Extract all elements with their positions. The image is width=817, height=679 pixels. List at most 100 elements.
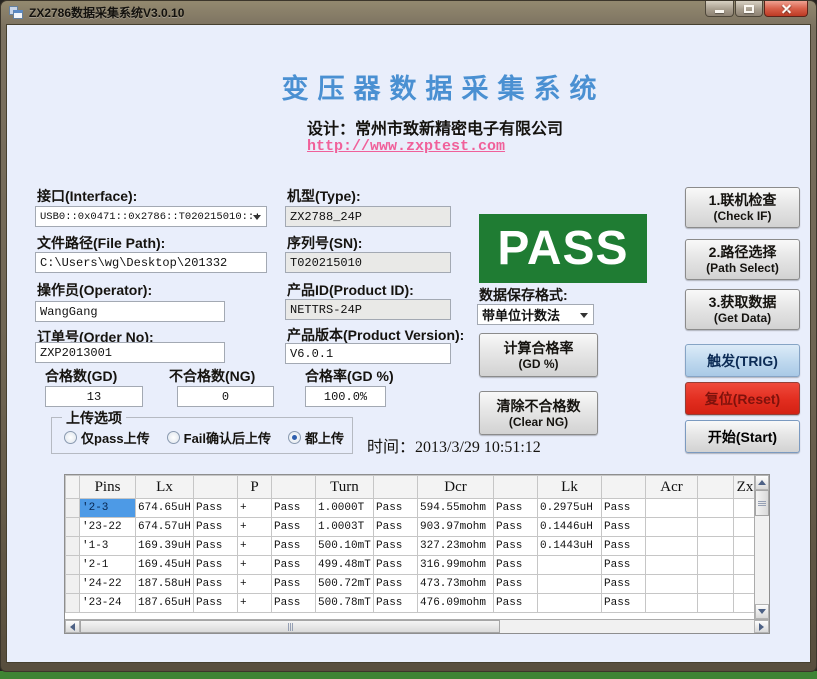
table-cell[interactable]: Pass: [272, 575, 316, 594]
table-cell[interactable]: '2-1: [80, 556, 136, 575]
sn-input[interactable]: [285, 252, 451, 273]
table-cell[interactable]: Pass: [374, 594, 418, 613]
type-input[interactable]: [285, 206, 451, 227]
table-cell[interactable]: Pass: [272, 556, 316, 575]
upload-radio-option[interactable]: 仅pass上传: [64, 428, 150, 447]
table-cell[interactable]: 0.1446uH: [538, 518, 602, 537]
column-header-dcr[interactable]: Dcr: [418, 476, 494, 499]
table-cell[interactable]: 473.73mohm: [418, 575, 494, 594]
row-header[interactable]: [66, 518, 80, 537]
table-cell[interactable]: [734, 518, 755, 537]
path-select-button[interactable]: 2.路径选择 (Path Select): [685, 239, 800, 280]
table-cell[interactable]: [734, 594, 755, 613]
table-cell[interactable]: 1.0000T: [316, 499, 374, 518]
column-header[interactable]: [494, 476, 538, 499]
column-header-lx[interactable]: Lx: [136, 476, 194, 499]
table-cell[interactable]: Pass: [272, 594, 316, 613]
table-cell[interactable]: Pass: [374, 499, 418, 518]
table-cell[interactable]: '2-3: [80, 499, 136, 518]
table-cell[interactable]: [646, 499, 698, 518]
table-cell[interactable]: 476.09mohm: [418, 594, 494, 613]
table-cell[interactable]: Pass: [374, 537, 418, 556]
row-header[interactable]: [66, 499, 80, 518]
table-cell[interactable]: Pass: [494, 575, 538, 594]
get-data-button[interactable]: 3.获取数据 (Get Data): [685, 289, 800, 330]
upload-radio-option[interactable]: Fail确认后上传: [167, 428, 271, 447]
table-cell[interactable]: +: [238, 594, 272, 613]
table-cell[interactable]: '23-24: [80, 594, 136, 613]
table-cell[interactable]: 187.65uH: [136, 594, 194, 613]
table-cell[interactable]: Pass: [494, 537, 538, 556]
vertical-scrollbar[interactable]: [754, 475, 769, 619]
table-cell[interactable]: '24-22: [80, 575, 136, 594]
upload-radio-option[interactable]: 都上传: [288, 428, 344, 447]
table-cell[interactable]: [538, 556, 602, 575]
table-cell[interactable]: Pass: [374, 518, 418, 537]
row-header[interactable]: [66, 575, 80, 594]
table-cell[interactable]: 499.48mT: [316, 556, 374, 575]
titlebar[interactable]: ZX2786数据采集系统V3.0.10: [1, 1, 816, 24]
table-cell[interactable]: Pass: [602, 556, 646, 575]
table-cell[interactable]: 594.55mohm: [418, 499, 494, 518]
table-cell[interactable]: [646, 518, 698, 537]
table-cell[interactable]: [646, 594, 698, 613]
column-header[interactable]: [602, 476, 646, 499]
website-link[interactable]: http://www.zxptest.com: [307, 138, 505, 155]
table-cell[interactable]: Pass: [494, 518, 538, 537]
table-cell[interactable]: Pass: [494, 556, 538, 575]
table-cell[interactable]: +: [238, 575, 272, 594]
column-header[interactable]: [374, 476, 418, 499]
scroll-up-button[interactable]: [755, 475, 769, 490]
reset-button[interactable]: 复位(Reset): [685, 382, 800, 415]
table-cell[interactable]: 316.99mohm: [418, 556, 494, 575]
order-no-input[interactable]: [35, 342, 225, 363]
table-cell[interactable]: [646, 556, 698, 575]
product-id-input[interactable]: [285, 299, 451, 320]
table-cell[interactable]: 327.23mohm: [418, 537, 494, 556]
column-header[interactable]: [272, 476, 316, 499]
column-header-pins[interactable]: Pins: [80, 476, 136, 499]
table-cell[interactable]: Pass: [602, 518, 646, 537]
table-cell[interactable]: Pass: [374, 575, 418, 594]
table-cell[interactable]: 1.0003T: [316, 518, 374, 537]
column-header-lk[interactable]: Lk: [538, 476, 602, 499]
save-format-combobox[interactable]: 带单位计数法: [477, 304, 594, 325]
interface-combobox[interactable]: USB0::0x0471::0x2786::T020215010:::: [35, 206, 267, 227]
table-cell[interactable]: +: [238, 537, 272, 556]
table-cell[interactable]: Pass: [194, 594, 238, 613]
start-button[interactable]: 开始(Start): [685, 420, 800, 453]
column-header[interactable]: [194, 476, 238, 499]
table-cell[interactable]: Pass: [602, 575, 646, 594]
table-cell[interactable]: [698, 518, 734, 537]
column-header[interactable]: [698, 476, 734, 499]
table-cell[interactable]: 169.39uH: [136, 537, 194, 556]
table-cell[interactable]: [698, 575, 734, 594]
horizontal-scroll-track[interactable]: [500, 620, 754, 633]
ng-count-input[interactable]: [177, 386, 274, 407]
table-cell[interactable]: [734, 499, 755, 518]
table-cell[interactable]: Pass: [194, 575, 238, 594]
scroll-right-button[interactable]: [754, 620, 769, 633]
table-cell[interactable]: Pass: [194, 556, 238, 575]
table-cell[interactable]: Pass: [272, 537, 316, 556]
horizontal-scrollbar[interactable]: [65, 619, 769, 633]
table-cell[interactable]: [734, 575, 755, 594]
table-cell[interactable]: 169.45uH: [136, 556, 194, 575]
table-cell[interactable]: [646, 575, 698, 594]
minimize-button[interactable]: [705, 1, 734, 17]
column-header-acr[interactable]: Acr: [646, 476, 698, 499]
calc-gd-button[interactable]: 计算合格率 (GD %): [479, 333, 598, 377]
table-cell[interactable]: 674.65uH: [136, 499, 194, 518]
table-cell[interactable]: +: [238, 556, 272, 575]
table-cell[interactable]: 674.57uH: [136, 518, 194, 537]
operator-input[interactable]: [35, 301, 225, 322]
table-cell[interactable]: [698, 594, 734, 613]
table-cell[interactable]: 0.2975uH: [538, 499, 602, 518]
table-cell[interactable]: [698, 499, 734, 518]
column-header-turn[interactable]: Turn: [316, 476, 374, 499]
gd-rate-input[interactable]: [305, 386, 386, 407]
trig-button[interactable]: 触发(TRIG): [685, 344, 800, 377]
table-cell[interactable]: [538, 575, 602, 594]
table-cell[interactable]: [538, 594, 602, 613]
column-header-p[interactable]: P: [238, 476, 272, 499]
